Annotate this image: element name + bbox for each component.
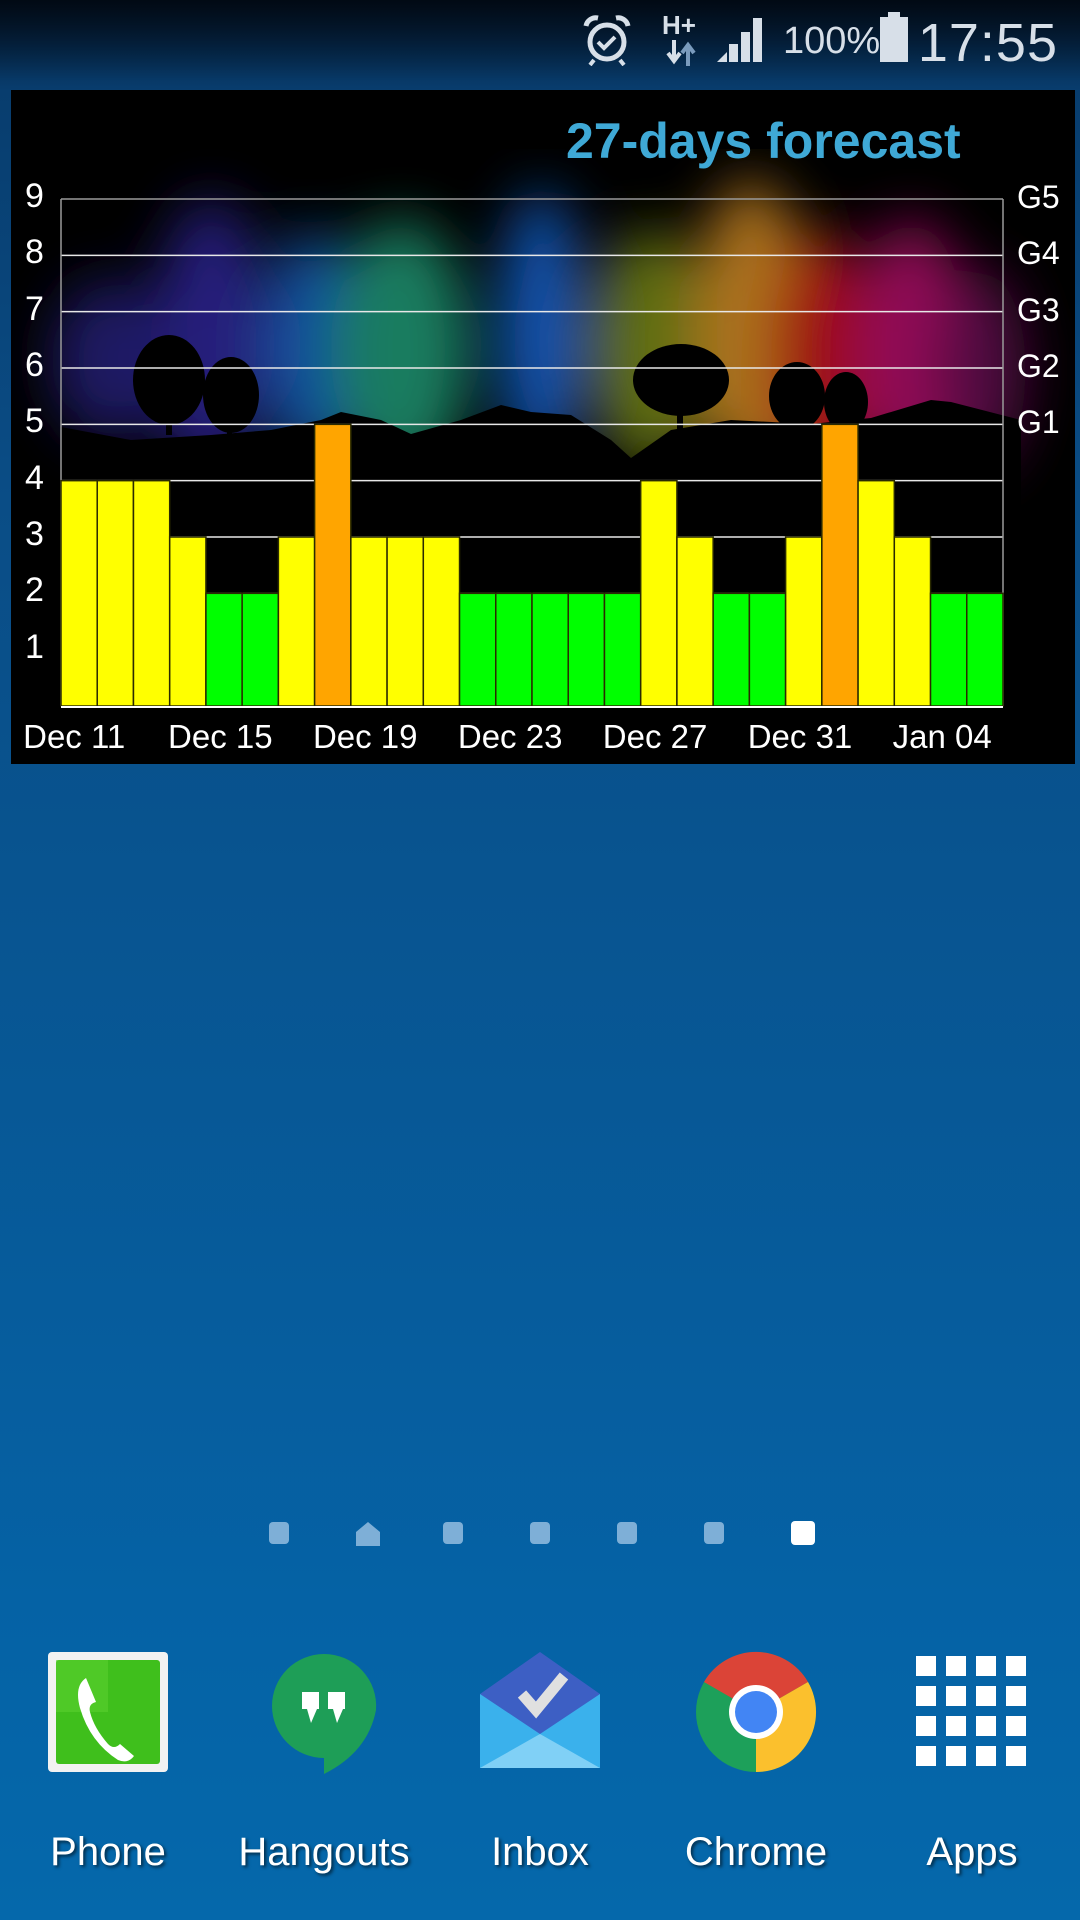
bar-dec-11 xyxy=(60,479,98,707)
battery-icon xyxy=(880,12,908,62)
bar-dec-26 xyxy=(603,592,642,707)
hplus-data-icon: H+ xyxy=(660,10,700,66)
status-bar[interactable]: H+ 100% 17:55 xyxy=(0,0,1080,80)
g-scale-label: G1 xyxy=(1017,404,1060,441)
forecast-bar-chart xyxy=(60,198,1004,708)
bar-dec-18 xyxy=(313,423,352,707)
x-tick-label: Dec 19 xyxy=(312,718,418,755)
dock-inbox[interactable]: Inbox xyxy=(440,1650,640,1874)
dock-chrome[interactable]: Chrome xyxy=(656,1650,856,1874)
bar-dec-23 xyxy=(495,592,533,707)
bar-dec-15 xyxy=(205,592,243,707)
alarm-icon xyxy=(583,15,631,66)
y-tick-label: 8 xyxy=(25,233,44,272)
dock-phone[interactable]: Phone xyxy=(8,1650,208,1874)
x-tick-label: Dec 15 xyxy=(168,718,273,755)
bar-dec-13 xyxy=(132,479,171,707)
page-dot[interactable] xyxy=(704,1522,724,1544)
page-dot[interactable] xyxy=(269,1522,289,1544)
dock-label: Inbox xyxy=(491,1830,589,1874)
inbox-icon xyxy=(480,1652,600,1768)
clock-time: 17:55 xyxy=(917,13,1058,73)
g-scale-label: G3 xyxy=(1017,291,1060,328)
x-tick-label: Jan 04 xyxy=(892,718,992,755)
y-tick-label: 5 xyxy=(25,402,44,441)
g-scale-label: G2 xyxy=(1017,348,1060,384)
bar-dec-19 xyxy=(350,536,388,707)
bar-dec-17 xyxy=(277,536,316,707)
dock-label: Chrome xyxy=(684,1830,828,1874)
bar-dec-22 xyxy=(458,592,497,707)
bar-dec-31 xyxy=(784,536,823,707)
phone-icon xyxy=(48,1652,168,1772)
y-tick-label: 2 xyxy=(25,571,44,610)
bar-dec-27 xyxy=(639,479,678,707)
dock-hangouts[interactable]: Hangouts xyxy=(224,1650,424,1874)
aurora-forecast-widget[interactable]: 27-days forecast 123456789 G1 G2 G3 G4 G5 De… xyxy=(11,90,1075,764)
g-scale-label: G4 xyxy=(1017,235,1060,272)
hangouts-icon xyxy=(272,1653,377,1774)
bar-dec-14 xyxy=(168,536,207,707)
page-dot-active[interactable] xyxy=(791,1521,815,1545)
bar-dec-12 xyxy=(96,479,135,707)
y-tick-label: 7 xyxy=(25,289,44,328)
x-tick-label: Dec 27 xyxy=(602,718,708,755)
bar-jan-05 xyxy=(966,592,1004,707)
page-dot[interactable] xyxy=(617,1522,637,1544)
bar-jan-04 xyxy=(929,592,968,707)
dock-apps[interactable]: Apps xyxy=(872,1650,1072,1874)
y-tick-label: 3 xyxy=(25,515,44,553)
bar-jan-03 xyxy=(893,536,932,707)
bar-dec-30 xyxy=(748,592,787,707)
bar-dec-20 xyxy=(386,536,425,707)
apps-grid-icon xyxy=(916,1656,1026,1766)
y-tick-label: 1 xyxy=(25,627,44,666)
bar-dec-28 xyxy=(676,536,714,707)
g-scale-label: G5 xyxy=(1017,179,1060,215)
bar-dec-24 xyxy=(531,592,569,707)
bar-dec-25 xyxy=(567,592,606,707)
x-tick-label: Dec 23 xyxy=(457,718,563,755)
home-page-indicator xyxy=(0,1521,1080,1552)
battery-percent: 100% xyxy=(783,20,881,62)
home-page-dot-icon[interactable] xyxy=(356,1522,380,1546)
x-tick-label: Dec 31 xyxy=(747,718,853,755)
page-dot[interactable] xyxy=(530,1522,550,1544)
dock-label: Apps xyxy=(926,1830,1018,1874)
y-tick-label: 9 xyxy=(25,177,44,215)
bar-dec-16 xyxy=(241,592,280,707)
chrome-icon xyxy=(696,1651,817,1772)
bar-jan-01 xyxy=(821,423,859,707)
y-tick-label: 6 xyxy=(25,346,44,384)
page-dot[interactable] xyxy=(443,1522,463,1544)
y-tick-label: 4 xyxy=(25,458,44,497)
bar-dec-29 xyxy=(712,592,751,707)
dock-label: Hangouts xyxy=(238,1830,410,1874)
dock-label: Phone xyxy=(50,1830,166,1874)
bar-jan-02 xyxy=(857,479,896,707)
bar-dec-21 xyxy=(422,536,461,707)
x-tick-label: Dec 11 xyxy=(23,718,126,755)
network-type-label: H+ xyxy=(662,10,696,40)
signal-icon xyxy=(717,18,762,62)
